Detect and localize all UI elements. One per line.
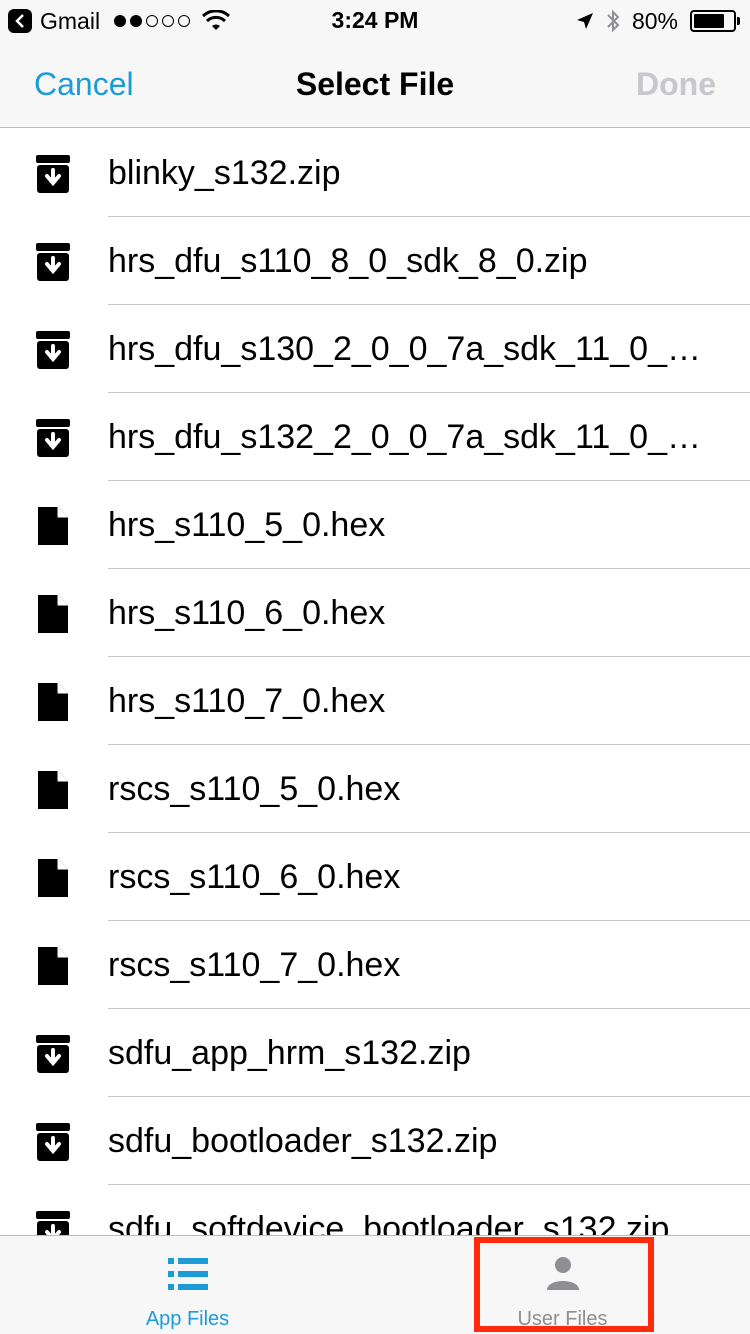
zip-archive-icon bbox=[36, 331, 70, 369]
file-name: sdfu_bootloader_s132.zip bbox=[108, 1122, 498, 1160]
zip-archive-icon bbox=[36, 243, 70, 281]
file-list[interactable]: blinky_s132.zip hrs_dfu_s110_8_0_sdk_8_0.… bbox=[0, 129, 750, 1235]
done-button[interactable]: Done bbox=[636, 66, 716, 103]
tab-bar: App Files User Files bbox=[0, 1235, 750, 1334]
file-name: hrs_s110_6_0.hex bbox=[108, 594, 386, 632]
tab-label: App Files bbox=[145, 1308, 230, 1330]
file-name: hrs_dfu_s130_2_0_0_7a_sdk_11_0_0_... bbox=[108, 330, 708, 368]
file-name: hrs_dfu_s132_2_0_0_7a_sdk_11_0_0_... bbox=[108, 418, 708, 456]
file-name: rscs_s110_7_0.hex bbox=[108, 946, 401, 984]
file-row[interactable]: hrs_dfu_s110_8_0_sdk_8_0.zip bbox=[0, 217, 750, 305]
tab-user-files[interactable]: User Files bbox=[375, 1236, 750, 1334]
tab-label: User Files bbox=[517, 1308, 608, 1330]
file-row[interactable]: blinky_s132.zip bbox=[0, 129, 750, 217]
file-row[interactable]: sdfu_bootloader_s132.zip bbox=[0, 1097, 750, 1185]
file-row[interactable]: hrs_s110_7_0.hex bbox=[0, 657, 750, 745]
zip-archive-icon bbox=[36, 1211, 70, 1235]
file-row[interactable]: hrs_dfu_s132_2_0_0_7a_sdk_11_0_0_... bbox=[0, 393, 750, 481]
zip-archive-icon bbox=[36, 1123, 70, 1161]
document-icon bbox=[36, 595, 70, 633]
file-row[interactable]: sdfu_app_hrm_s132.zip bbox=[0, 1009, 750, 1097]
battery-icon bbox=[690, 10, 740, 32]
file-name: sdfu_app_hrm_s132.zip bbox=[108, 1034, 471, 1072]
status-right: 80% bbox=[576, 6, 740, 36]
bluetooth-icon bbox=[607, 9, 620, 33]
document-icon bbox=[36, 507, 70, 545]
file-name: rscs_s110_5_0.hex bbox=[108, 770, 401, 808]
file-name: rscs_s110_6_0.hex bbox=[108, 858, 401, 896]
file-row[interactable]: hrs_s110_5_0.hex bbox=[0, 481, 750, 569]
file-name: hrs_s110_5_0.hex bbox=[108, 506, 386, 544]
tab-app-files[interactable]: App Files bbox=[0, 1236, 375, 1334]
battery-percent: 80% bbox=[631, 7, 678, 34]
file-row[interactable]: rscs_s110_5_0.hex bbox=[0, 745, 750, 833]
document-icon bbox=[36, 683, 70, 721]
file-row[interactable]: hrs_s110_6_0.hex bbox=[0, 569, 750, 657]
file-row[interactable]: sdfu_softdevice_bootloader_s132.zip bbox=[0, 1185, 750, 1235]
document-icon bbox=[36, 947, 70, 985]
document-icon bbox=[36, 859, 70, 897]
zip-archive-icon bbox=[36, 155, 70, 193]
status-bar: Gmail 3:24 PM 80% bbox=[0, 0, 750, 40]
zip-archive-icon bbox=[36, 1035, 70, 1073]
zip-archive-icon bbox=[36, 419, 70, 457]
file-name: hrs_s110_7_0.hex bbox=[108, 682, 386, 720]
file-row[interactable]: rscs_s110_7_0.hex bbox=[0, 921, 750, 1009]
file-row[interactable]: rscs_s110_6_0.hex bbox=[0, 833, 750, 921]
file-name: blinky_s132.zip bbox=[108, 154, 341, 192]
file-row[interactable]: hrs_dfu_s130_2_0_0_7a_sdk_11_0_0_... bbox=[0, 305, 750, 393]
navigation-bar: Cancel Select File Done bbox=[0, 40, 750, 128]
file-name: hrs_dfu_s110_8_0_sdk_8_0.zip bbox=[108, 242, 588, 280]
list-icon bbox=[167, 1258, 208, 1290]
person-icon bbox=[546, 1257, 579, 1290]
document-icon bbox=[36, 771, 70, 809]
file-name: sdfu_softdevice_bootloader_s132.zip bbox=[108, 1210, 670, 1235]
location-arrow-icon bbox=[576, 13, 593, 29]
